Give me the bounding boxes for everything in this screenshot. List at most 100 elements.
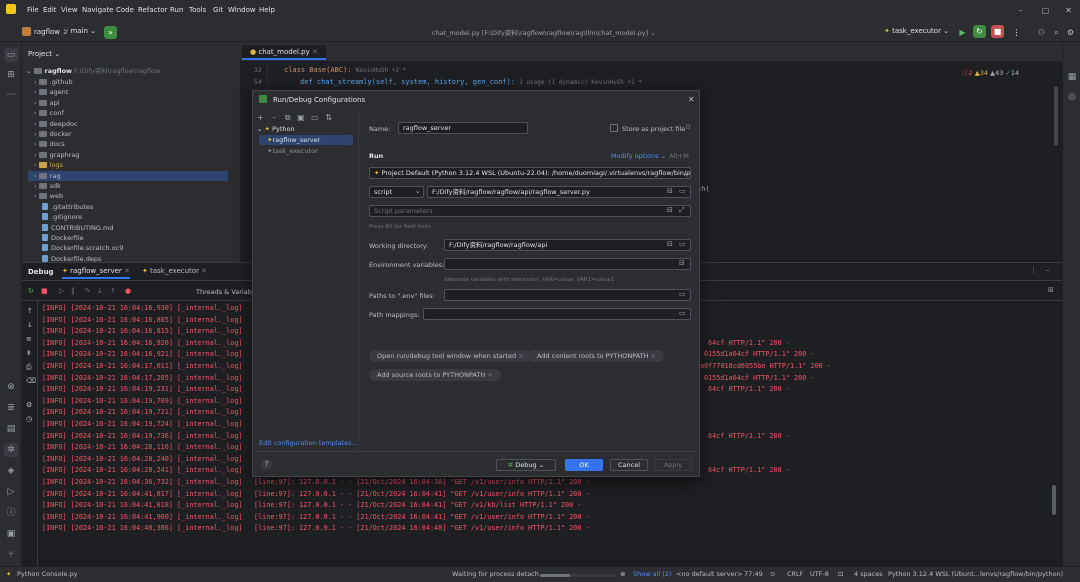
close-icon[interactable]: ✕ [688, 95, 695, 104]
debug-tab-task-executor[interactable]: ✦ task_executor ✕ [142, 267, 207, 275]
browse-folder-icon[interactable]: ▭ [679, 309, 686, 317]
rerun-button[interactable]: ↻ [973, 25, 986, 38]
options-icon[interactable]: ⋮ [1030, 266, 1037, 274]
menu-help[interactable]: Help [259, 6, 275, 14]
cancel-process-icon[interactable]: ⊗ [620, 570, 625, 578]
update-project-button[interactable]: » [104, 26, 117, 39]
file-item[interactable]: Dockerfile [42, 233, 84, 243]
menu-git[interactable]: Git [213, 6, 223, 14]
line-separator[interactable]: CRLF [787, 570, 803, 578]
terminal-icon[interactable]: ▤ [4, 422, 18, 436]
console-scrollbar[interactable] [1052, 485, 1056, 515]
maximize-button[interactable]: ▢ [1039, 4, 1052, 17]
file-item[interactable]: Dockerfile.scratch.oc9 [42, 243, 123, 253]
folder-item[interactable]: › sdk [34, 181, 61, 191]
folder-item[interactable]: › graphrag [34, 150, 79, 160]
ai-assistant-icon[interactable]: ◎ [1065, 90, 1079, 104]
env-files-input[interactable] [444, 289, 691, 301]
layers-icon[interactable]: ◈ [4, 464, 18, 478]
project-panel-header[interactable]: Project ⌄ [28, 50, 60, 58]
menu-file[interactable]: File [27, 6, 39, 14]
env-input[interactable] [444, 258, 691, 270]
menu-navigate[interactable]: Navigate [82, 6, 113, 14]
debug-tab-ragflow-server[interactable]: ✦ ragflow_server ✕ [62, 267, 130, 279]
menu-view[interactable]: View [61, 6, 78, 14]
close-icon[interactable]: ✕ [487, 371, 492, 379]
indent-setting[interactable]: 4 spaces [854, 570, 883, 578]
folder-item[interactable]: › deepdoc [34, 119, 78, 129]
chip-add-content-roots[interactable]: Add content roots to PYTHONPATH ✕ [529, 350, 665, 362]
script-path-input[interactable]: F:/Dify资料/ragflow/ragflow/api/ragflow_se… [427, 186, 691, 198]
menu-run[interactable]: Run [170, 6, 183, 14]
close-icon[interactable]: ✕ [124, 267, 130, 275]
browse-folder-icon[interactable]: ▭ [679, 240, 686, 248]
code-line[interactable]: def chat_streamly(self, system, history,… [300, 78, 642, 86]
chip-open-tool-window[interactable]: Open run/debug tool window when started … [369, 350, 532, 362]
menu-window[interactable]: Window [228, 6, 256, 14]
tree-item-ragflow-server[interactable]: ✦ragflow_server [259, 135, 353, 145]
debug-icon[interactable]: ✲ [4, 443, 18, 457]
python-packages-icon[interactable]: ⊗ [4, 380, 18, 394]
pause-icon[interactable]: ‖ [71, 287, 75, 295]
tree-group-python[interactable]: ⌄ ✦ Python [257, 125, 295, 133]
run-button[interactable]: ▶ [956, 26, 969, 39]
run-icon[interactable]: ▷ [4, 485, 18, 499]
folder-item[interactable]: › logs [34, 160, 63, 170]
settings-icon[interactable]: ⚙ [1064, 26, 1077, 39]
file-item[interactable]: CONTRIBUTING.md [42, 223, 113, 233]
statusbar-left[interactable]: Python Console.py [17, 570, 77, 578]
code-line[interactable]: class Base(ABC): KevinHuSh +2 * [284, 66, 406, 74]
close-icon[interactable]: ✕ [312, 48, 318, 56]
browse-folder-icon[interactable]: ▭ [679, 290, 686, 298]
trash-icon[interactable]: ⌫ [26, 377, 36, 385]
threads-label[interactable]: Threads & Variabl [196, 288, 254, 296]
gear-icon[interactable]: ⚙ [685, 123, 691, 131]
menu-refactor[interactable]: Refactor [138, 6, 167, 14]
folder-icon[interactable]: ▭ [311, 113, 319, 122]
ok-button[interactable]: OK [565, 459, 603, 471]
step-out-icon[interactable]: ↑ [110, 287, 116, 295]
chevron-down-icon[interactable]: ⌄ [683, 169, 689, 177]
menu-tools[interactable]: Tools [189, 6, 206, 14]
print-icon[interactable]: ⎙ [26, 363, 32, 372]
stop-icon[interactable]: ■ [41, 287, 48, 295]
step-into-icon[interactable]: ↓ [97, 287, 103, 295]
modify-options-link[interactable]: Modify options ⌄ [611, 152, 666, 160]
user-icon[interactable]: ⚇ [1035, 26, 1048, 39]
lock-icon[interactable]: ⊡ [838, 570, 843, 578]
cancel-button[interactable]: Cancel [610, 459, 648, 471]
arrow-up-icon[interactable]: ↑ [27, 307, 33, 315]
server-status[interactable]: <no default server> [676, 570, 743, 578]
rerun-icon[interactable]: ↻ [28, 287, 34, 295]
more-icon[interactable]: ⋮ [1010, 26, 1023, 39]
folder-item[interactable]: › agent [34, 87, 68, 97]
browse-folder-icon[interactable]: ▭ [679, 187, 686, 195]
close-icon[interactable]: ✕ [518, 352, 523, 360]
name-input[interactable]: ragflow_server [398, 122, 528, 134]
step-over-icon[interactable]: ↷ [84, 287, 90, 295]
sort-icon[interactable]: ⇅ [325, 113, 332, 122]
structure-icon[interactable]: ⊞ [4, 68, 18, 82]
git-icon[interactable]: ⑂ [4, 548, 18, 562]
clock-icon[interactable]: ◷ [26, 415, 32, 423]
expand-icon[interactable]: ⊟ [667, 206, 673, 214]
folder-item[interactable]: › .github [34, 77, 73, 87]
file-item[interactable]: .gitignore [42, 212, 82, 222]
resume-icon[interactable]: ▷ [59, 287, 64, 295]
expand-icon[interactable]: ⊟ [667, 240, 673, 248]
scroll-end-icon[interactable]: ⇟ [26, 349, 32, 357]
scrollbar[interactable] [1054, 86, 1058, 146]
close-window-button[interactable]: ✕ [1062, 4, 1075, 17]
edit-templates-link[interactable]: Edit configuration templates... [259, 439, 358, 447]
search-icon[interactable]: ⌕ [1050, 26, 1063, 39]
more-icon[interactable]: ⋯ [4, 88, 18, 102]
copy-icon[interactable]: ⧉ [285, 113, 291, 122]
debug-button[interactable]: ✲ Debug ⌄ [496, 459, 556, 471]
folder-item[interactable]: › web [34, 191, 63, 201]
chevron-down-icon[interactable]: ⌄ [415, 187, 421, 195]
folder-item[interactable]: › docker [34, 129, 72, 139]
settings-icon[interactable]: ⚙ [26, 401, 32, 409]
fullscreen-icon[interactable]: ⤢ [679, 206, 685, 215]
chip-add-source-roots[interactable]: Add source roots to PYTHONPATH ✕ [369, 369, 501, 381]
folder-item[interactable]: › docs [34, 139, 65, 149]
